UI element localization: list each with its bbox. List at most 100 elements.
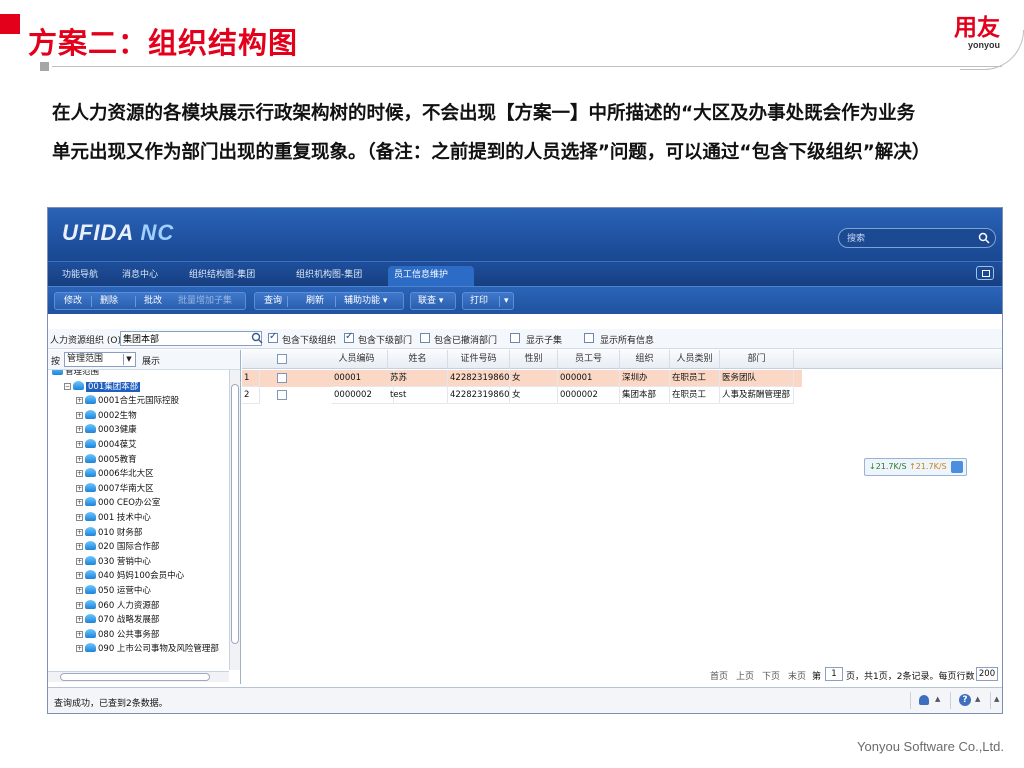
window-toggle-button[interactable] — [976, 266, 994, 280]
tab-function-nav[interactable]: 功能导航 — [56, 266, 104, 287]
search-icon[interactable] — [978, 232, 990, 244]
batch-edit-button[interactable]: 批改 — [141, 293, 165, 309]
search-input[interactable] — [847, 231, 967, 246]
column-header[interactable]: 人员类别 — [670, 350, 720, 369]
column-header[interactable]: 证件号码 — [448, 350, 510, 369]
expand-icon[interactable]: + — [76, 557, 83, 565]
column-header[interactable]: 人员编码 — [326, 350, 388, 369]
row-checkbox[interactable] — [277, 390, 287, 400]
expand-icon[interactable]: + — [76, 397, 83, 405]
scroll-thumb[interactable] — [60, 673, 210, 681]
tab-message-center[interactable]: 消息中心 — [116, 266, 164, 287]
tab-org-structure-group[interactable]: 组织机构图-集团 — [290, 266, 368, 287]
column-header[interactable]: 员工号 — [558, 350, 620, 369]
assist-function-button[interactable]: 辅助功能 ▾ — [341, 293, 390, 309]
org-field[interactable] — [120, 331, 262, 346]
tree-node[interactable]: +000 CEO办公室 — [76, 497, 160, 509]
show-subset-checkbox[interactable] — [510, 333, 520, 343]
modify-button[interactable]: 修改 — [61, 293, 85, 309]
column-header[interactable]: 姓名 — [388, 350, 448, 369]
expand-icon[interactable]: + — [76, 601, 83, 609]
next-page-link[interactable]: 下页 — [762, 669, 780, 682]
row-checkbox[interactable] — [277, 373, 287, 383]
tree-node[interactable]: +0003健康 — [76, 424, 137, 436]
org-node-icon — [85, 395, 96, 405]
chevron-down-icon[interactable]: ▼ — [123, 354, 134, 365]
tree-node[interactable]: − 001集团本部 — [64, 380, 141, 393]
table-cell: 在职员工 — [670, 387, 720, 404]
query-button[interactable]: 查询 — [261, 293, 285, 309]
tree-node[interactable]: +020 国际合作部 — [76, 541, 159, 553]
expand-icon[interactable]: + — [76, 528, 83, 536]
column-header[interactable]: 性别 — [510, 350, 558, 369]
expand-icon[interactable]: + — [76, 616, 83, 624]
search-box[interactable] — [838, 228, 996, 248]
expand-icon[interactable]: + — [76, 411, 83, 419]
tree-node[interactable]: +040 妈妈100会员中心 — [76, 570, 184, 582]
refresh-button[interactable]: 刷新 — [303, 293, 327, 309]
expand-icon[interactable]: + — [76, 587, 83, 594]
tree-node[interactable]: +060 人力资源部 — [76, 599, 159, 612]
tree-node[interactable]: +0002生物 — [76, 409, 137, 422]
linked-query-button[interactable]: 联查 ▾ — [415, 293, 446, 309]
batch-add-subset-button[interactable]: 批量增加子集 — [175, 293, 235, 309]
tree-vertical-scrollbar[interactable] — [229, 370, 240, 670]
expand-icon[interactable]: + — [76, 470, 83, 478]
expand-icon[interactable]: + — [76, 484, 83, 492]
tree-node[interactable]: +0004葆艾 — [76, 439, 137, 451]
search-icon[interactable] — [251, 332, 263, 344]
expand-icon[interactable]: + — [76, 572, 83, 580]
last-page-link[interactable]: 末页 — [788, 669, 806, 682]
expand-icon[interactable]: + — [76, 630, 83, 638]
user-menu-button[interactable]: ▲ — [910, 692, 950, 709]
page-size-input[interactable]: 200 — [976, 667, 998, 681]
collapse-button[interactable]: ▲ — [990, 692, 1002, 709]
status-bar: 查询成功，已查到2条数据。 ▲ ? ▲ ▲ — [48, 687, 1002, 713]
tree-node[interactable]: +0006华北大区 — [76, 468, 154, 480]
expand-icon[interactable]: + — [76, 455, 83, 463]
tree-node[interactable]: +001 技术中心 — [76, 512, 151, 524]
column-header[interactable]: 组织 — [620, 350, 670, 369]
tree-node[interactable]: 管理范围 — [52, 370, 99, 378]
collapse-icon[interactable]: − — [64, 382, 71, 390]
tree-node[interactable]: +0001合生元国际控股 — [76, 395, 179, 407]
tree-node[interactable]: +010 财务部 — [76, 526, 142, 539]
expand-icon[interactable]: + — [76, 499, 83, 507]
tree-node[interactable]: +080 公共事务部 — [76, 628, 159, 641]
expand-icon[interactable]: + — [76, 645, 83, 653]
tree-node[interactable]: +0005教育 — [76, 453, 137, 466]
tree-node[interactable]: +090 上市公司事物及风险管理部 — [76, 643, 219, 655]
table-row[interactable]: 20000002test42282319860...女0000002集团本部在职… — [242, 387, 802, 404]
tree-horizontal-scrollbar[interactable] — [48, 671, 229, 682]
show-subset-label: 显示子集 — [526, 336, 563, 346]
column-header[interactable]: 部门 — [720, 350, 794, 369]
print-button[interactable]: 打印 — [467, 293, 491, 309]
expand-icon[interactable]: + — [76, 514, 83, 521]
tree-node[interactable]: +0007华南大区 — [76, 482, 154, 495]
tree-node[interactable]: +030 营销中心 — [76, 555, 151, 568]
table-cell: 42282319860... — [448, 387, 510, 404]
print-dropdown-icon[interactable]: ▾ — [501, 293, 512, 309]
include-sub-org-checkbox[interactable] — [268, 331, 278, 343]
show-all-info-checkbox[interactable] — [584, 333, 594, 343]
tree-expand-label[interactable]: 展示 — [142, 354, 160, 367]
select-all-checkbox[interactable] — [277, 354, 287, 364]
tab-org-chart-group[interactable]: 组织结构图-集团 — [183, 266, 261, 287]
first-page-link[interactable]: 首页 — [710, 669, 728, 682]
expand-icon[interactable]: + — [76, 543, 83, 551]
table-row[interactable]: 1 00001苏苏42282319860...女000001深圳办在职员工医务团队 — [242, 370, 802, 387]
tree-scope-select[interactable]: 管理范围 ▼ — [64, 352, 136, 367]
expand-icon[interactable]: + — [76, 441, 83, 448]
scroll-thumb[interactable] — [231, 384, 239, 644]
tab-employee-info[interactable]: 员工信息维护 — [388, 266, 474, 287]
page-number-input[interactable]: 1 — [825, 667, 843, 681]
expand-icon[interactable]: + — [76, 426, 83, 434]
help-menu-button[interactable]: ? ▲ — [950, 692, 990, 709]
prev-page-link[interactable]: 上页 — [736, 669, 754, 682]
include-sub-dept-checkbox[interactable] — [344, 331, 354, 343]
tree-node[interactable]: +050 运营中心 — [76, 585, 151, 597]
tree-node[interactable]: +070 战略发展部 — [76, 614, 159, 626]
include-cancelled-dept-checkbox[interactable] — [420, 333, 430, 343]
delete-button[interactable]: 删除 — [97, 293, 121, 309]
speed-widget-icon[interactable] — [951, 461, 963, 473]
